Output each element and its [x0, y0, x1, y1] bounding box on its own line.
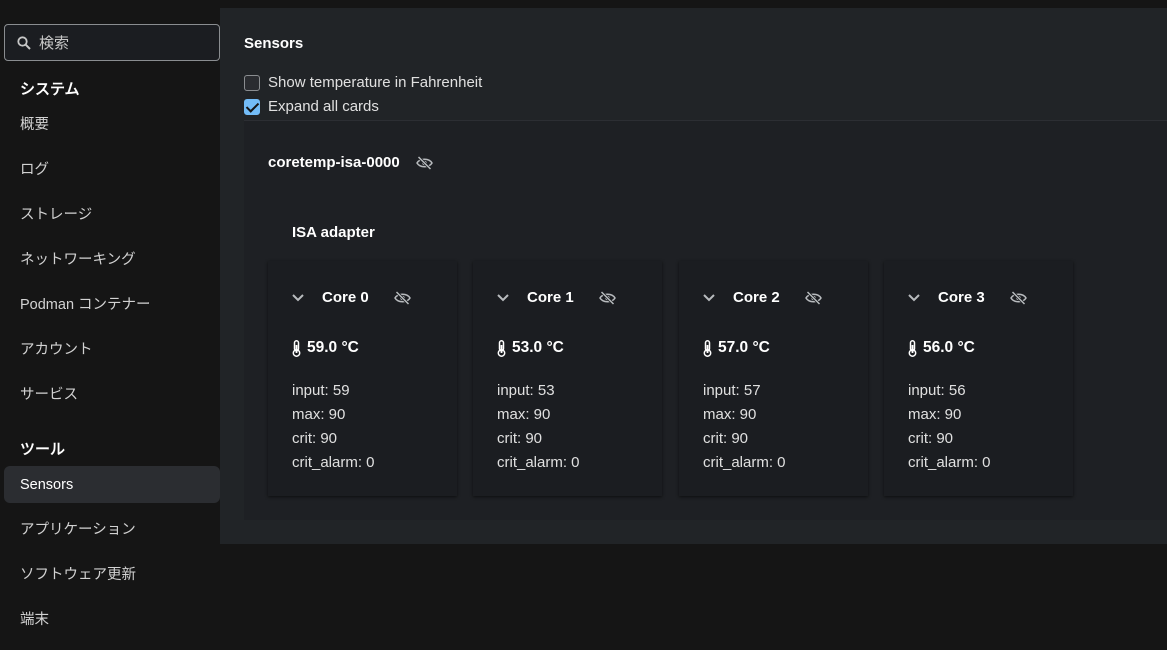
sidebar-item-terminal[interactable]: 端末 [4, 600, 220, 637]
core-temp-value: 59.0 °C [307, 339, 359, 356]
core-input: input: 57 [703, 382, 761, 399]
core-input: input: 59 [292, 382, 350, 399]
core-crit-alarm: crit_alarm: 0 [292, 454, 375, 471]
eye-slash-icon[interactable] [599, 290, 616, 305]
core-header: Core 0 [292, 289, 442, 306]
adapter-title: ISA adapter [292, 224, 375, 241]
eye-slash-icon[interactable] [394, 290, 411, 305]
chip-card: coretemp-isa-0000 ISA adapter Core 0 59.… [244, 120, 1167, 520]
page-title: Sensors [244, 35, 304, 52]
sidebar-item-logs[interactable]: ログ [4, 150, 220, 187]
core-max: max: 90 [497, 406, 551, 423]
core-name: Core 2 [733, 289, 780, 306]
eye-slash-icon[interactable] [805, 290, 822, 305]
core-card: Core 1 53.0 °C input: 53 max: 90 crit: 9… [473, 261, 662, 496]
expand-all-option[interactable]: Expand all cards [244, 98, 379, 115]
search-icon [17, 35, 31, 50]
search-placeholder: 検索 [39, 35, 70, 52]
core-header: Core 2 [703, 289, 853, 306]
chevron-down-icon[interactable] [292, 293, 304, 302]
fahrenheit-option[interactable]: Show temperature in Fahrenheit [244, 74, 482, 91]
chevron-down-icon[interactable] [703, 293, 715, 302]
core-crit-alarm: crit_alarm: 0 [497, 454, 580, 471]
sidebar-item-storage[interactable]: ストレージ [4, 195, 220, 232]
sidebar-item-accounts[interactable]: アカウント [4, 330, 220, 367]
core-name: Core 3 [938, 289, 985, 306]
core-details: input: 59 max: 90 crit: 90 crit_alarm: 0 [292, 379, 375, 475]
core-max: max: 90 [703, 406, 757, 423]
sidebar-item-networking[interactable]: ネットワーキング [4, 240, 220, 277]
thermometer-icon [497, 339, 506, 357]
main-panel: Sensors Show temperature in Fahrenheit E… [220, 8, 1167, 544]
core-input: input: 53 [497, 382, 555, 399]
sidebar-item-podman[interactable]: Podman コンテナー [4, 285, 220, 322]
core-temperature: 56.0 °C [908, 339, 975, 357]
core-temp-value: 57.0 °C [718, 339, 770, 356]
core-card: Core 3 56.0 °C input: 56 max: 90 crit: 9… [884, 261, 1073, 496]
core-crit: crit: 90 [292, 430, 338, 447]
core-temperature: 57.0 °C [703, 339, 770, 357]
core-max: max: 90 [908, 406, 962, 423]
expand-all-checkbox[interactable] [244, 98, 260, 115]
sidebar-item-applications[interactable]: アプリケーション [4, 510, 220, 547]
chip-title: coretemp-isa-0000 [268, 154, 433, 171]
sidebar-item-overview[interactable]: 概要 [4, 105, 220, 142]
chevron-down-icon[interactable] [497, 293, 509, 302]
core-temperature: 53.0 °C [497, 339, 564, 357]
nav-heading-tools: ツール [20, 441, 66, 458]
core-header: Core 3 [908, 289, 1058, 306]
core-details: input: 53 max: 90 crit: 90 crit_alarm: 0 [497, 379, 580, 475]
thermometer-icon [703, 339, 712, 357]
chevron-down-icon[interactable] [908, 293, 920, 302]
nav-heading-system: システム [20, 81, 80, 98]
sidebar-item-software-updates[interactable]: ソフトウェア更新 [4, 555, 220, 592]
fahrenheit-checkbox[interactable] [244, 74, 260, 91]
core-header: Core 1 [497, 289, 647, 306]
core-temp-value: 56.0 °C [923, 339, 975, 356]
core-crit-alarm: crit_alarm: 0 [908, 454, 991, 471]
core-max: max: 90 [292, 406, 346, 423]
chip-name: coretemp-isa-0000 [268, 154, 400, 171]
eye-slash-icon[interactable] [415, 155, 433, 170]
core-crit: crit: 90 [703, 430, 749, 447]
core-temperature: 59.0 °C [292, 339, 359, 357]
core-crit-alarm: crit_alarm: 0 [703, 454, 786, 471]
thermometer-icon [908, 339, 917, 357]
sidebar-item-services[interactable]: サービス [4, 375, 220, 412]
core-input: input: 56 [908, 382, 966, 399]
eye-slash-icon[interactable] [1010, 290, 1027, 305]
fahrenheit-label: Show temperature in Fahrenheit [268, 74, 483, 91]
core-temp-value: 53.0 °C [512, 339, 564, 356]
core-card: Core 2 57.0 °C input: 57 max: 90 crit: 9… [679, 261, 868, 496]
sidebar: 検索 システム 概要 ログ ストレージ ネットワーキング Podman コンテナ… [0, 0, 220, 650]
core-crit: crit: 90 [497, 430, 543, 447]
core-details: input: 57 max: 90 crit: 90 crit_alarm: 0 [703, 379, 786, 475]
core-details: input: 56 max: 90 crit: 90 crit_alarm: 0 [908, 379, 991, 475]
core-crit: crit: 90 [908, 430, 954, 447]
core-name: Core 0 [322, 289, 369, 306]
core-card: Core 0 59.0 °C input: 59 max: 90 crit: 9… [268, 261, 457, 496]
sidebar-item-sensors[interactable]: Sensors [4, 466, 220, 503]
thermometer-icon [292, 339, 301, 357]
core-name: Core 1 [527, 289, 574, 306]
search-input[interactable]: 検索 [4, 24, 220, 61]
expand-all-label: Expand all cards [268, 98, 379, 115]
